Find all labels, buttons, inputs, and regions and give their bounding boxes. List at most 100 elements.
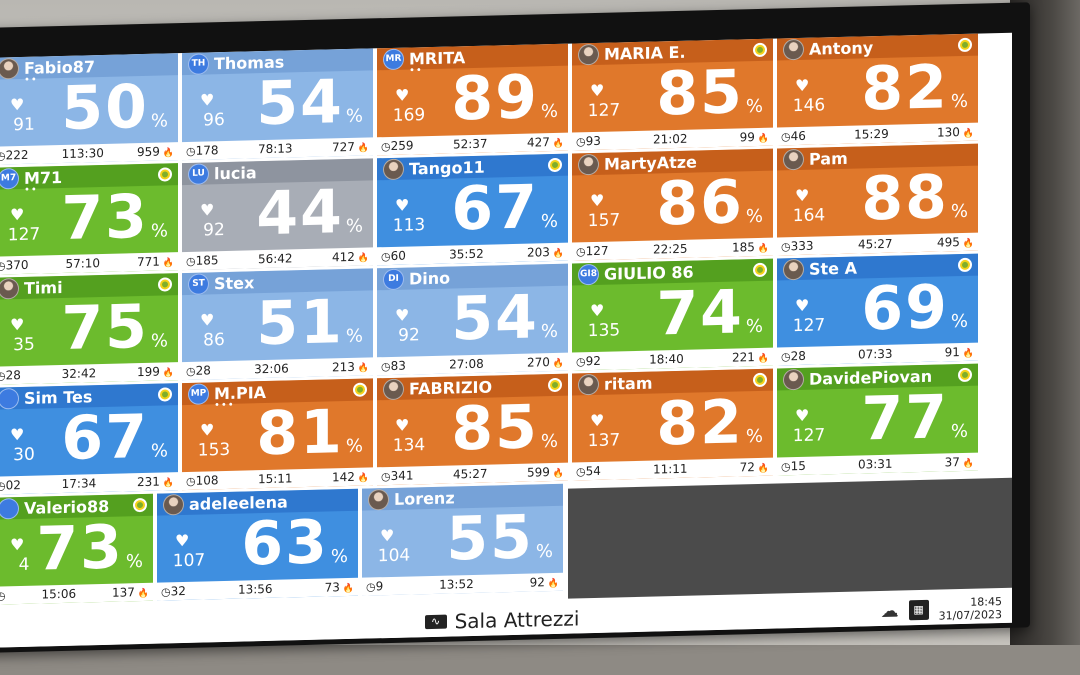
participant-tile: MARIA E.♥12785%9321:0299 xyxy=(572,38,773,151)
participant-tile: MPM.PIA•••♥15381%10815:11142 xyxy=(182,378,373,491)
tile-footer: 333 45:27 495 xyxy=(777,232,978,256)
elapsed-time: 78:13 xyxy=(257,141,293,157)
heart-icon: ♥ xyxy=(795,185,810,206)
points-value: 32 xyxy=(161,584,186,599)
effort-value: 74 xyxy=(656,277,744,350)
calories-value: 412 xyxy=(332,249,369,265)
avatar xyxy=(783,38,804,60)
points-value xyxy=(0,588,6,602)
tile-footer: 28 32:42 199 xyxy=(0,362,178,385)
elapsed-time: 45:27 xyxy=(452,466,488,482)
points-value: 178 xyxy=(186,143,219,158)
effort-value: 82 xyxy=(861,52,949,125)
participant-name: Dino xyxy=(409,268,451,289)
participant-tile: THThomas♥9654%17878:13727 xyxy=(182,48,373,161)
participant-tile: LUlucia ♥92 44% 185 56:42 412 xyxy=(182,158,373,271)
percent-sign: % xyxy=(540,320,558,343)
elapsed-time: 27:08 xyxy=(449,356,484,372)
elapsed-time: 32:06 xyxy=(254,361,289,377)
percent-sign: % xyxy=(745,205,763,228)
points-value: 341 xyxy=(381,468,414,483)
percent-sign: % xyxy=(950,200,968,223)
elapsed-time: 56:42 xyxy=(257,251,293,267)
avatar xyxy=(783,368,804,390)
participant-tile: DavidePiovan♥12777%1503:3137 xyxy=(777,363,978,476)
percent-sign: % xyxy=(540,100,558,123)
avatar xyxy=(0,57,19,80)
empty-area xyxy=(568,477,1012,599)
heart-rate: 35 xyxy=(13,334,35,356)
effort-value: 85 xyxy=(656,57,744,130)
status-right: ☁ ▦ 18:45 31/07/2023 xyxy=(881,593,1002,626)
percent-sign: % xyxy=(745,95,763,118)
heart-icon: ♥ xyxy=(10,314,25,335)
room-title-group: ∿ Sala Attrezzi xyxy=(424,606,579,634)
points-value: 93 xyxy=(576,134,601,149)
pulse-icon: ∿ xyxy=(424,614,447,630)
points-value: 83 xyxy=(381,359,406,374)
points-value: 28 xyxy=(0,368,21,383)
effort-value: 86 xyxy=(656,167,744,240)
avatar xyxy=(578,43,599,65)
participant-tile: Sim Tes♥3067%0217:34231 xyxy=(0,383,178,495)
calories-value: 959 xyxy=(137,144,174,160)
heart-icon: ♥ xyxy=(795,75,810,96)
calories-value: 231 xyxy=(137,474,174,490)
points-value: 15 xyxy=(781,459,806,474)
tile-footer: 28 07:33 91 xyxy=(777,342,978,366)
avatar xyxy=(783,258,804,280)
effort-value: 89 xyxy=(451,62,539,135)
heart-icon: ♥ xyxy=(200,200,215,220)
effort-value: 54 xyxy=(451,282,539,355)
percent-sign: % xyxy=(345,215,363,238)
percent-sign: % xyxy=(950,90,968,113)
tile-footer: 185 56:42 412 xyxy=(182,247,373,271)
elapsed-time: 52:37 xyxy=(452,136,488,152)
status-dots: •• xyxy=(409,65,423,77)
calories-value: 495 xyxy=(937,235,974,250)
status-dots: ••• xyxy=(214,399,235,412)
calories-value: 427 xyxy=(527,135,564,150)
points-value: 222 xyxy=(0,148,29,163)
heart-rate: 91 xyxy=(13,114,35,136)
heart-icon: ♥ xyxy=(795,405,810,426)
dashboard-display: Fabio87••♥9150%222113:30959THThomas♥9654… xyxy=(0,32,1012,648)
heart-icon: ♥ xyxy=(200,90,215,110)
calories-value: 599 xyxy=(527,465,564,480)
effort-value: 63 xyxy=(241,507,329,580)
points-value: 92 xyxy=(576,354,601,369)
calories-value: 203 xyxy=(527,245,564,260)
calories-value: 92 xyxy=(530,575,559,589)
elapsed-time: 13:52 xyxy=(439,576,474,592)
tile-footer: 259 52:37 427 xyxy=(377,132,568,156)
avatar: MR xyxy=(383,48,404,70)
status-dots: •• xyxy=(24,184,38,196)
elapsed-time: 15:11 xyxy=(257,471,293,487)
percent-sign: % xyxy=(745,425,763,448)
effort-value: 85 xyxy=(451,392,539,465)
tile-footer: 9 13:52 92 xyxy=(362,572,563,596)
heart-rate: 164 xyxy=(792,205,826,227)
elapsed-time: 113:30 xyxy=(61,145,104,162)
elapsed-time: 18:40 xyxy=(649,351,684,367)
tile-footer: 93 21:02 99 xyxy=(572,127,773,151)
heart-icon: ♥ xyxy=(10,204,25,225)
participant-tile: GI8GIULIO 86♥13574%9218:40221 xyxy=(572,258,773,371)
elapsed-time: 03:31 xyxy=(857,456,893,472)
percent-sign: % xyxy=(345,435,363,458)
effort-value: 81 xyxy=(256,397,344,470)
calories-value: 37 xyxy=(945,455,974,469)
tile-footer: 341 45:27 599 xyxy=(377,462,568,486)
tile-footer: 178 78:13 727 xyxy=(182,137,373,161)
effort-value: 77 xyxy=(861,382,949,455)
tile-footer: 108 15:11 142 xyxy=(182,467,373,491)
points-value: 185 xyxy=(186,253,219,268)
percent-sign: % xyxy=(540,210,558,233)
percent-sign: % xyxy=(150,330,168,352)
calories-value: 72 xyxy=(740,460,769,474)
elapsed-time: 07:33 xyxy=(857,346,893,362)
heart-rate: 127 xyxy=(587,100,621,122)
tile-footer: 15 03:31 37 xyxy=(777,452,978,476)
percent-sign: % xyxy=(150,440,168,462)
heart-rate: 127 xyxy=(792,315,826,337)
